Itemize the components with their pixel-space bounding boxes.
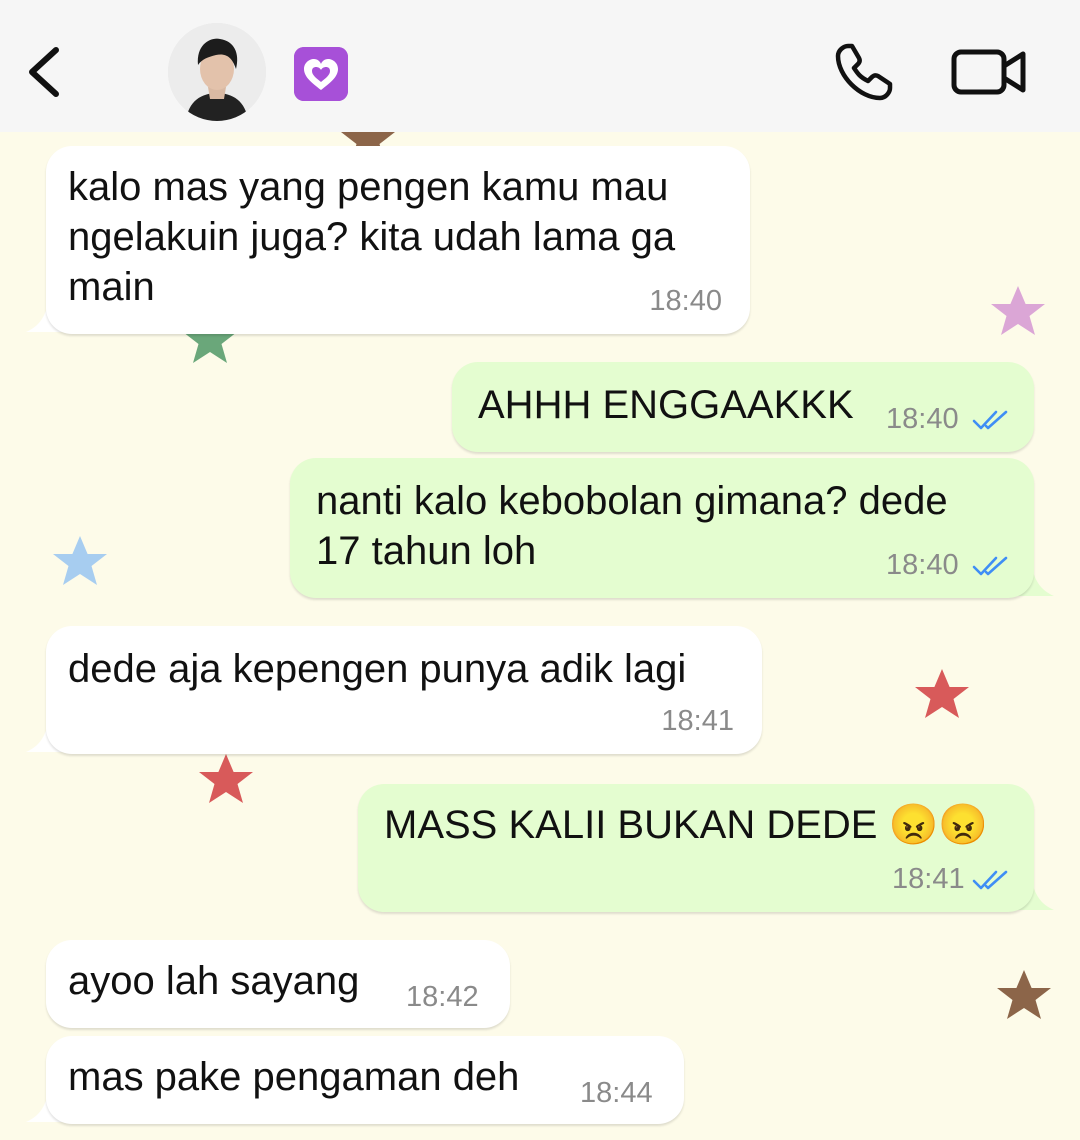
star-brown: [997, 970, 1051, 1019]
phone-icon[interactable]: [832, 40, 896, 104]
message-bubble-incoming[interactable]: dede aja kepengen punya adik lagi 18:41: [46, 626, 762, 754]
message-text: nanti kalo kebobolan gimana? dede 17 tah…: [316, 479, 948, 573]
message-time: 18:42: [406, 981, 479, 1013]
message-bubble-outgoing[interactable]: nanti kalo kebobolan gimana? dede 17 tah…: [290, 458, 1034, 598]
message-bubble-outgoing[interactable]: AHHH ENGGAAKKK 18:40: [452, 362, 1034, 452]
message-text: kalo mas yang pengen kamu mau ngelakuin …: [68, 165, 676, 309]
message-text: AHHH ENGGAAKKK: [478, 383, 854, 427]
message-bubble-incoming[interactable]: mas pake pengaman deh 18:44: [46, 1036, 684, 1124]
message-time: 18:40: [886, 549, 959, 581]
message-text: dede aja kepengen punya adik lagi: [68, 647, 687, 691]
chevron-left-icon[interactable]: [22, 44, 70, 100]
chat-header: 💟: [0, 0, 1080, 132]
message-time: 18:41: [892, 863, 965, 895]
star-pink: [991, 286, 1045, 335]
message-time: 18:40: [649, 285, 722, 317]
avatar[interactable]: [168, 23, 266, 121]
contact-name-heart-icon[interactable]: [294, 47, 348, 101]
message-time: 18:40: [886, 403, 959, 435]
avatar-image: [168, 23, 266, 121]
message-time: 18:41: [661, 705, 734, 737]
read-ticks-icon: [972, 556, 1008, 576]
message-bubble-incoming[interactable]: ayoo lah sayang 18:42: [46, 940, 510, 1028]
message-bubble-incoming[interactable]: kalo mas yang pengen kamu mau ngelakuin …: [46, 146, 750, 334]
star-red: [915, 669, 969, 718]
star-blue: [53, 536, 107, 585]
message-time: 18:44: [580, 1077, 653, 1109]
read-ticks-icon: [972, 870, 1008, 890]
message-text: mas pake pengaman deh: [68, 1055, 520, 1099]
star-red-2: [199, 754, 253, 803]
message-text: MASS KALII BUKAN DEDE 😠😠: [384, 803, 989, 847]
message-bubble-outgoing[interactable]: MASS KALII BUKAN DEDE 😠😠 18:41: [358, 784, 1034, 912]
video-camera-icon[interactable]: [950, 46, 1028, 98]
read-ticks-icon: [972, 410, 1008, 430]
message-text: ayoo lah sayang: [68, 959, 360, 1003]
